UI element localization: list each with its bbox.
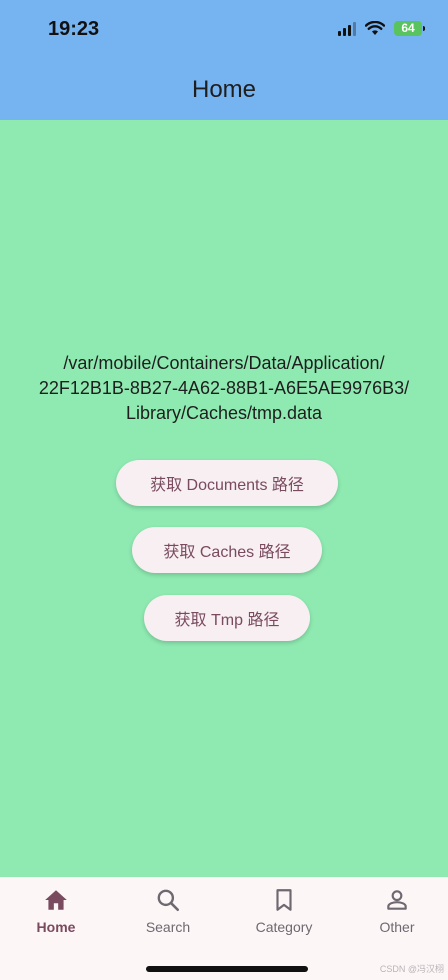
status-bar: 19:23 64 xyxy=(0,0,448,60)
path-line: 22F12B1B-8B27-4A62-88B1-A6E5AE9976B3/ xyxy=(38,378,410,398)
nav-item-home[interactable]: Home xyxy=(0,885,112,945)
bookmark-icon xyxy=(276,889,292,911)
nav-label-other: Other xyxy=(379,919,415,935)
search-icon xyxy=(157,889,180,912)
get-documents-path-button[interactable]: 获取 Documents 路径 xyxy=(116,460,338,506)
home-indicator[interactable] xyxy=(146,966,308,972)
get-tmp-path-button[interactable]: 获取 Tmp 路径 xyxy=(144,595,310,641)
status-time: 19:23 xyxy=(48,18,100,40)
nav-label-search: Search xyxy=(145,919,191,935)
main-content: /var/mobile/Containers/Data/Application/… xyxy=(0,120,448,877)
nav-item-other[interactable]: Other xyxy=(341,885,448,945)
nav-label-category: Category xyxy=(255,919,313,935)
wifi-icon xyxy=(365,20,385,35)
home-icon xyxy=(45,890,67,910)
page-title: Home xyxy=(191,76,257,103)
path-text: /var/mobile/Containers/Data/Application/… xyxy=(10,351,438,426)
battery-icon: 64 xyxy=(394,20,425,36)
nav-label-home: Home xyxy=(36,919,76,935)
cellular-signal-icon xyxy=(338,20,356,36)
app-bar: Home xyxy=(0,60,448,120)
path-line: /var/mobile/Containers/Data/Application/ xyxy=(63,353,385,373)
nav-item-category[interactable]: Category xyxy=(228,885,340,945)
status-icons: 64 xyxy=(338,20,425,36)
person-icon xyxy=(387,890,407,910)
watermark: CSDN @冯汉栩 xyxy=(379,964,444,974)
get-caches-path-button[interactable]: 获取 Caches 路径 xyxy=(132,527,322,573)
nav-item-search[interactable]: Search xyxy=(112,885,224,945)
path-line: Library/Caches/tmp.data xyxy=(125,403,323,423)
